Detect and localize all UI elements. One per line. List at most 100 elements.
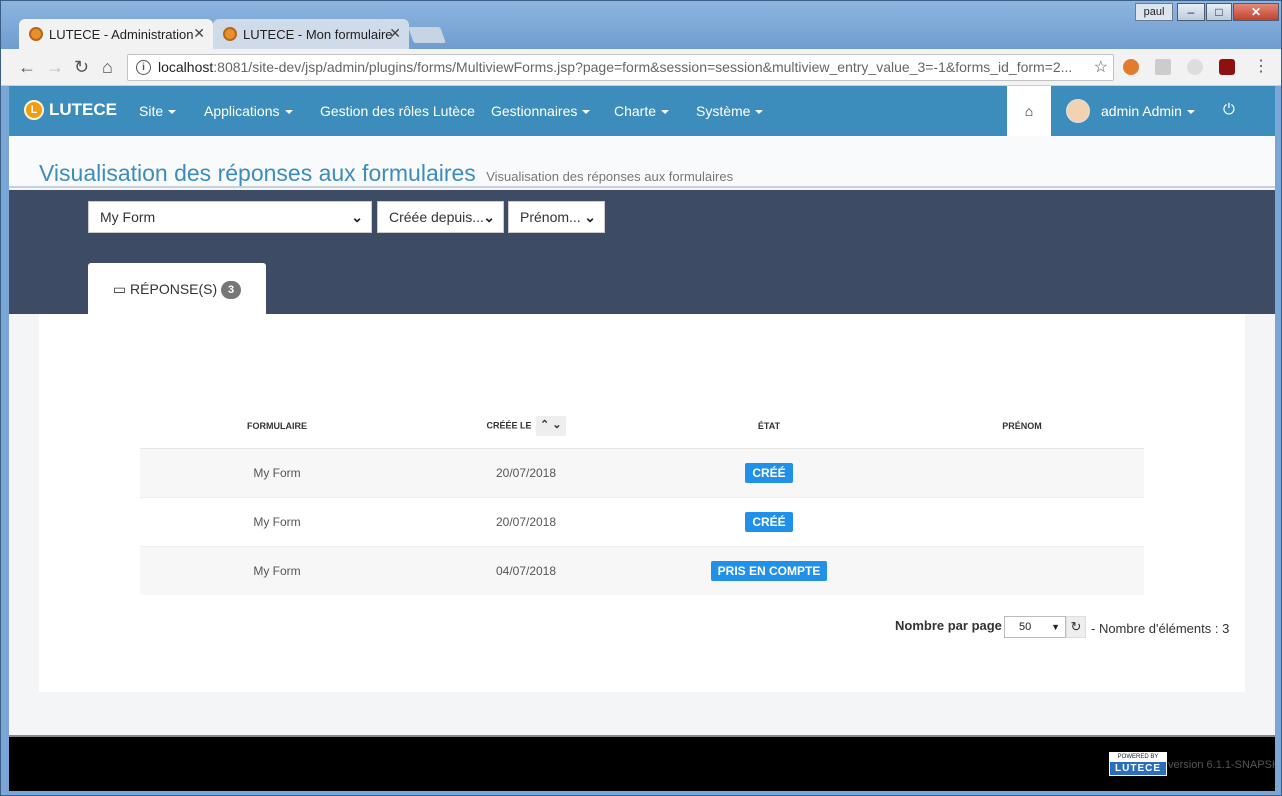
top-navbar: L LUTECE Site Applications Gestion des r… (9, 86, 1275, 136)
table-header-row: Formulaire Créée le ⌃ ⌄ État Prénom (140, 404, 1144, 449)
cell-state: CRÉÉ (638, 447, 900, 497)
nav-label: Charte (614, 103, 657, 119)
cell-form: My Form (140, 496, 414, 546)
browser-toolbar: ← → ↻ ⌂ i localhost:8081/site-dev/jsp/ad… (1, 49, 1281, 86)
address-bar[interactable]: i localhost:8081/site-dev/jsp/admin/plug… (127, 54, 1114, 81)
chevron-down-icon: ⌄ (584, 209, 596, 225)
power-icon[interactable]: ⏻ (1223, 101, 1235, 118)
nav-label: Gestionnaires (491, 103, 578, 119)
cell-firstname (900, 496, 1144, 546)
caret-down-icon (661, 110, 670, 115)
tab-title: LUTECE - Mon formulaire (243, 26, 393, 42)
chevron-down-icon: ⌄ (483, 209, 495, 225)
chevron-down-icon: ⌄ (351, 209, 363, 225)
nav-gestionnaires[interactable]: Gestionnaires (491, 103, 591, 119)
footer: POWERED BY LUTECE version 6.1.1-SNAPSHOT (9, 735, 1275, 791)
caret-down-icon (582, 110, 591, 115)
caret-down-icon (1186, 110, 1195, 115)
table-row[interactable]: My Form 20/07/2018 CRÉÉ (140, 496, 1144, 546)
lutece-logo-icon: L (24, 100, 44, 120)
home-icon: ⌂ (1024, 103, 1034, 119)
extension-firefox-icon[interactable] (1123, 59, 1139, 75)
cell-date: 20/07/2018 (414, 447, 638, 497)
info-icon[interactable]: i (136, 60, 151, 75)
items-count: - Nombre d'éléments : 3 (1091, 621, 1230, 636)
reload-icon[interactable]: ↻ (74, 57, 89, 77)
firstname-select-value: Prénom... (520, 209, 581, 225)
items-per-page-select[interactable]: 50 ▼ (1004, 616, 1066, 638)
form-select[interactable]: My Form ⌄ (88, 201, 372, 233)
minimize-button[interactable]: – (1177, 3, 1205, 21)
nav-charte[interactable]: Charte (614, 103, 670, 119)
back-arrow-icon[interactable]: ← (18, 57, 36, 77)
sort-asc-icon[interactable]: ⌃ (540, 419, 549, 431)
url-path: :8081/site-dev/jsp/admin/plugins/forms/M… (213, 59, 1073, 75)
nav-label: Système (696, 103, 751, 119)
close-icon[interactable]: ✕ (193, 25, 205, 42)
rss-icon[interactable] (1155, 59, 1171, 75)
inbox-icon: ▭ (112, 281, 127, 297)
refresh-button[interactable]: ↻ (1066, 616, 1086, 638)
new-tab-button[interactable] (408, 27, 446, 43)
nav-applications[interactable]: Applications (204, 103, 293, 119)
nav-site[interactable]: Site (139, 103, 177, 119)
col-header-form: Formulaire (140, 404, 414, 449)
cell-firstname (900, 545, 1144, 595)
created-since-select[interactable]: Créée depuis... ⌄ (377, 201, 504, 233)
paging-label: Nombre par page (895, 618, 1002, 633)
extension-c-icon[interactable] (1187, 59, 1203, 75)
tab-mon-formulaire[interactable]: LUTECE - Mon formulaire ✕ (213, 19, 409, 49)
caret-down-icon (284, 110, 293, 115)
sort-desc-icon[interactable]: ⌄ (552, 419, 561, 431)
nav-gestion-roles[interactable]: Gestion des rôles Lutèce (320, 103, 475, 119)
close-icon[interactable]: ✕ (389, 25, 401, 42)
maximize-button[interactable]: □ (1206, 3, 1232, 21)
forward-arrow-icon[interactable]: → (46, 57, 64, 77)
home-button[interactable]: ⌂ (1007, 86, 1051, 136)
cell-state: PRIS EN COMPTE (638, 545, 900, 595)
cell-form: My Form (140, 447, 414, 497)
nav-systeme[interactable]: Système (696, 103, 764, 119)
ublock-icon[interactable] (1219, 59, 1235, 75)
tab-responses[interactable]: ▭ RÉPONSE(S) 3 (88, 263, 266, 315)
bookmark-star-icon[interactable]: ☆ (1094, 55, 1108, 80)
col-header-created: Créée le ⌃ ⌄ (414, 404, 638, 449)
state-button[interactable]: CRÉÉ (745, 462, 793, 483)
responses-count-badge: 3 (221, 281, 242, 300)
table-row[interactable]: My Form 04/07/2018 PRIS EN COMPTE (140, 545, 1144, 595)
url-host: localhost (158, 59, 214, 75)
col-header-firstname: Prénom (900, 404, 1144, 449)
cell-date: 20/07/2018 (414, 496, 638, 546)
window-close-button[interactable]: ✕ (1233, 3, 1279, 21)
created-select-value: Créée depuis... (389, 209, 484, 225)
col-header-state: État (638, 404, 900, 449)
version-text: version 6.1.1-SNAPSHOT (1168, 759, 1275, 771)
avatar[interactable] (1066, 99, 1090, 123)
form-select-value: My Form (100, 209, 156, 225)
sort-controls: ⌃ ⌄ (536, 415, 566, 436)
cell-date: 04/07/2018 (414, 545, 638, 595)
user-menu[interactable]: admin Admin (1101, 103, 1195, 119)
cell-form: My Form (140, 545, 414, 595)
lutece-favicon-icon (29, 27, 43, 41)
nav-label: Applications (204, 103, 280, 119)
caret-down-icon (168, 110, 177, 115)
cell-firstname (900, 447, 1144, 497)
refresh-icon: ↻ (1070, 619, 1082, 634)
responses-table: Formulaire Créée le ⌃ ⌄ État Prénom My F… (140, 404, 1144, 595)
home-icon[interactable]: ⌂ (102, 57, 113, 77)
items-per-page-label: Nombre par page (895, 618, 1002, 633)
state-button[interactable]: CRÉÉ (745, 511, 793, 532)
page-header: Visualisation des réponses aux formulair… (9, 136, 1275, 188)
page-subtitle: Visualisation des réponses aux formulair… (486, 169, 734, 184)
firstname-select[interactable]: Prénom... ⌄ (508, 201, 605, 233)
menu-icon[interactable]: ⋮ (1253, 57, 1269, 77)
browser-titlebar: LUTECE - Administration ✕ LUTECE - Mon f… (1, 1, 1281, 49)
tab-administration[interactable]: LUTECE - Administration ✕ (19, 19, 213, 49)
state-button[interactable]: PRIS EN COMPTE (710, 560, 828, 581)
lutece-favicon-icon (223, 27, 237, 41)
powered-by-lutece-logo: POWERED BY LUTECE (1109, 752, 1167, 776)
table-row[interactable]: My Form 20/07/2018 CRÉÉ (140, 447, 1144, 497)
brand[interactable]: L LUTECE (24, 100, 117, 120)
profile-name[interactable]: paul (1135, 3, 1173, 21)
